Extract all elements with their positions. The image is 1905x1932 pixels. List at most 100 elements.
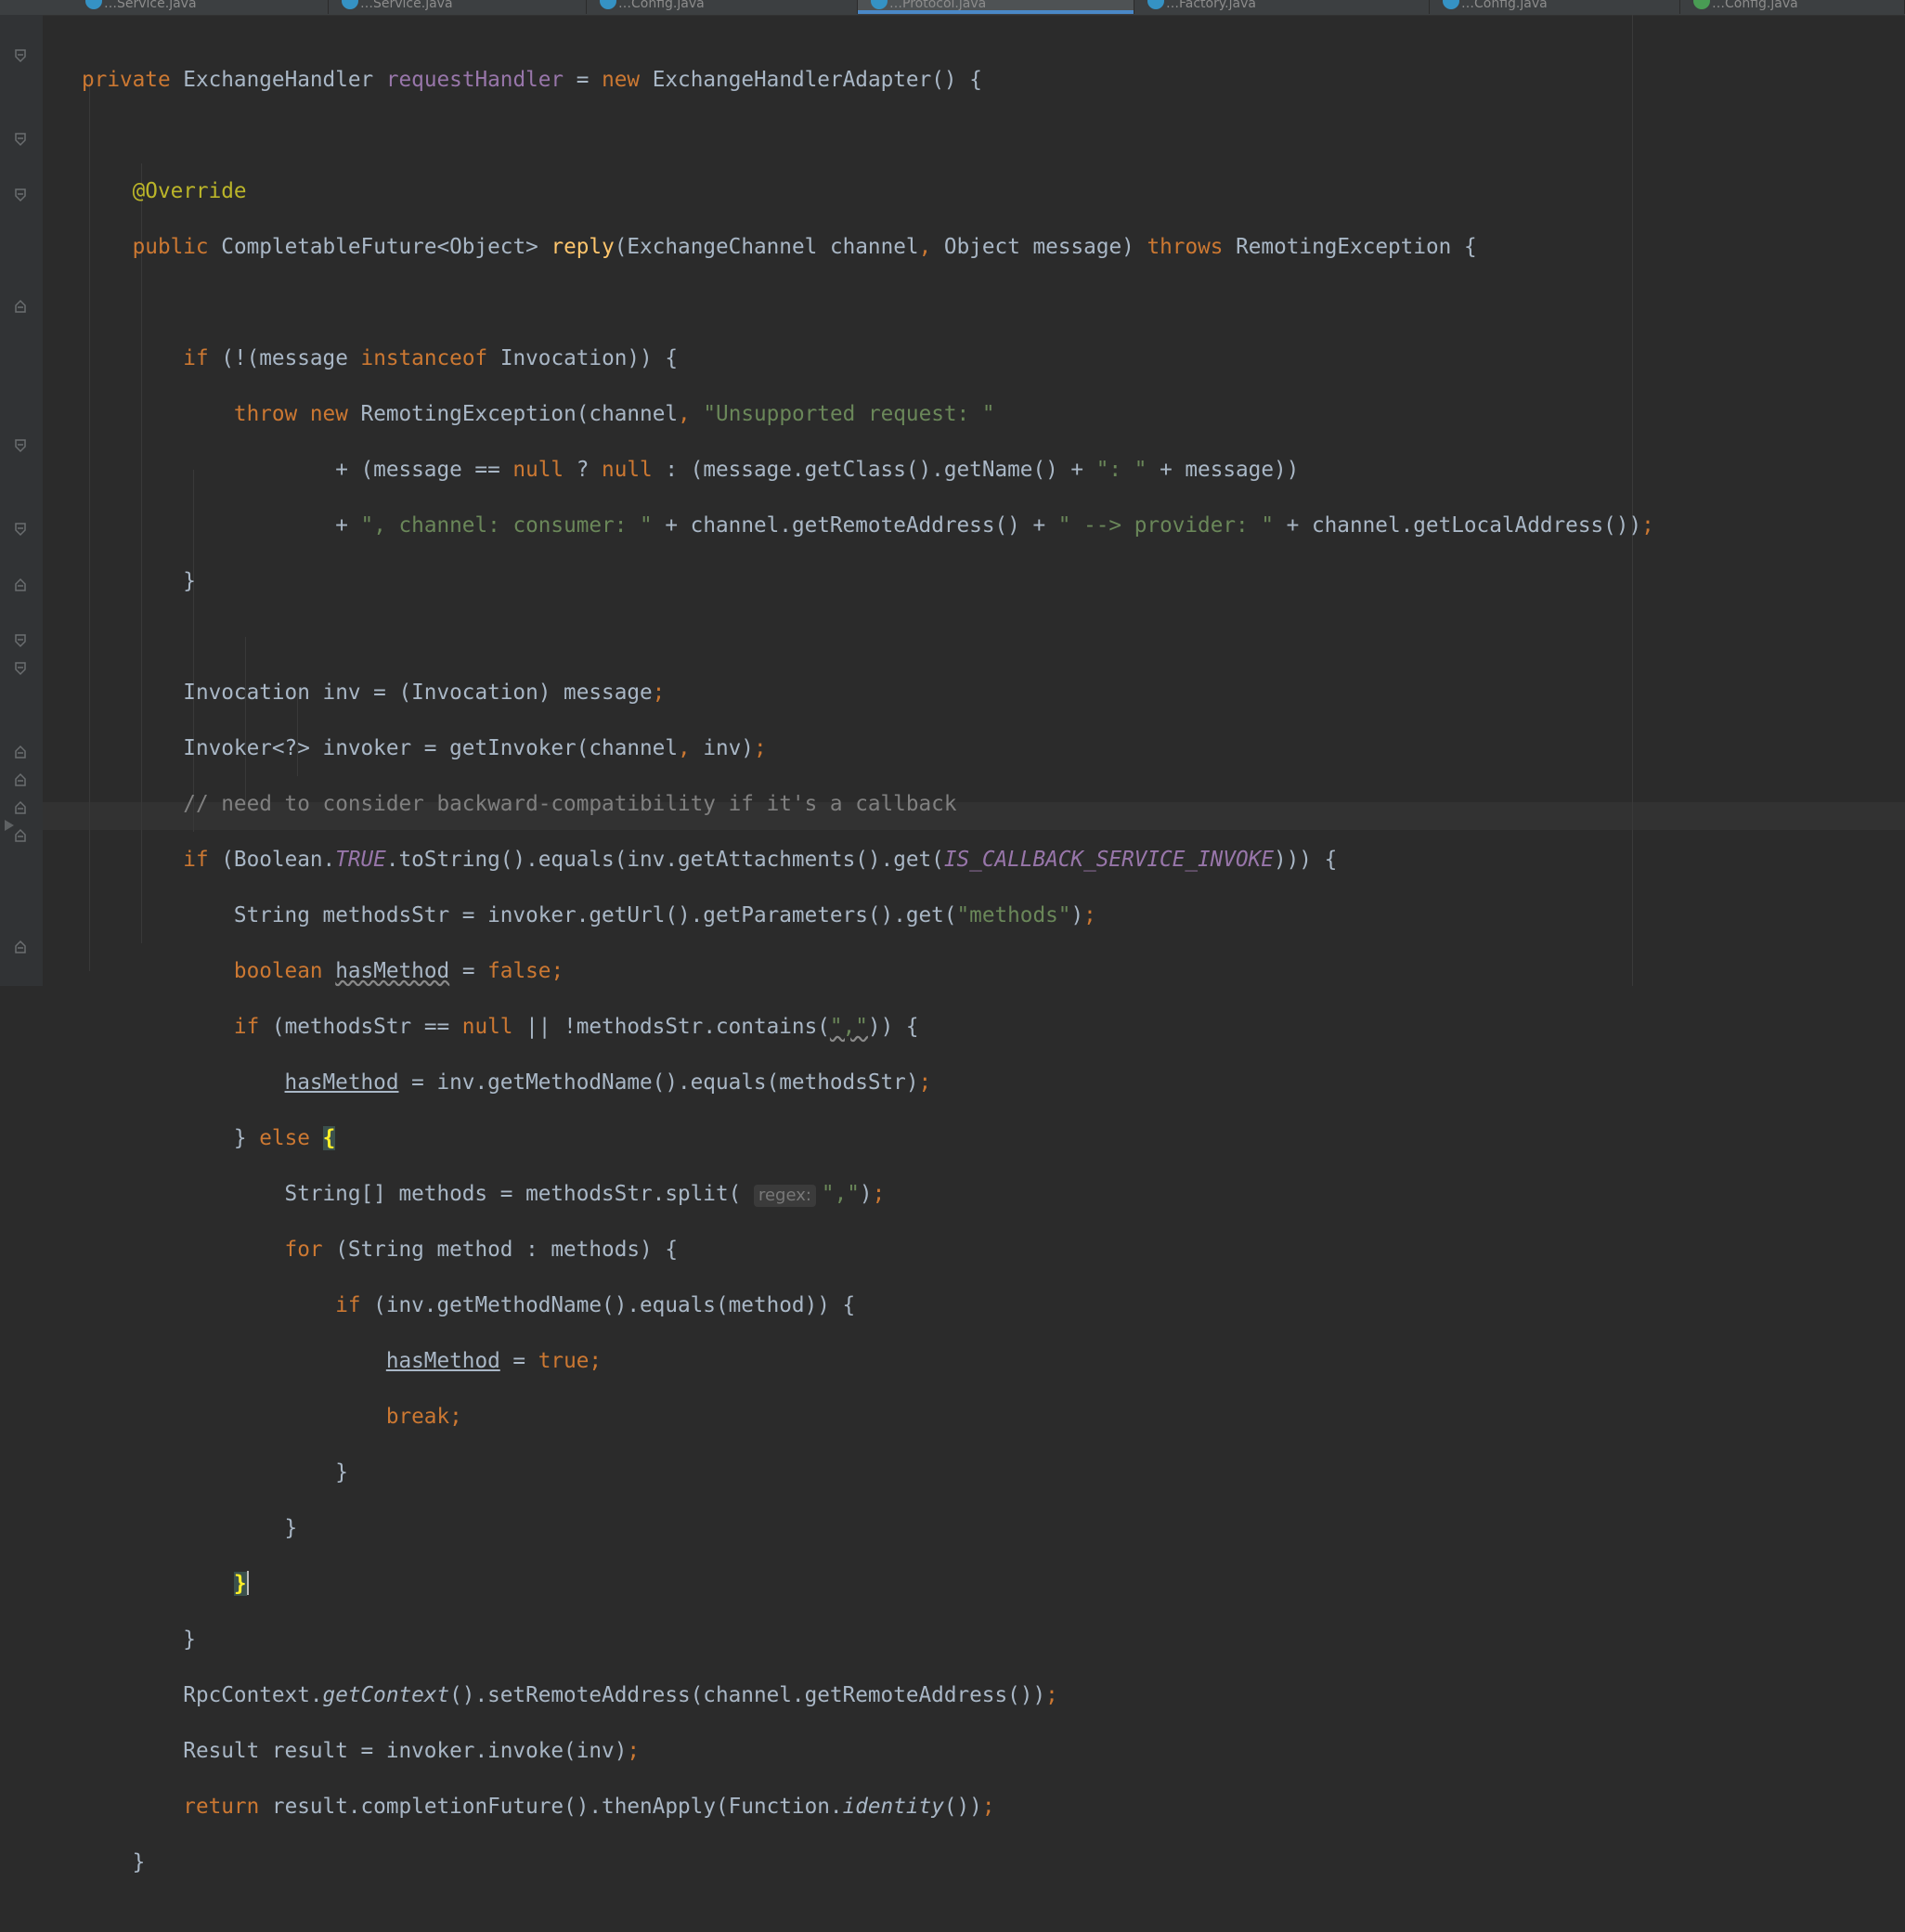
java-class-icon bbox=[1443, 0, 1459, 9]
tab-label: …Config.java bbox=[1712, 0, 1798, 11]
fold-close-icon[interactable] bbox=[13, 772, 28, 787]
code-token: new bbox=[309, 402, 348, 426]
code-token: ", channel: consumer: " bbox=[360, 513, 653, 538]
code-token: , bbox=[677, 736, 691, 760]
fold-close-icon[interactable] bbox=[13, 577, 28, 592]
unused-variable-warning: hasMethod bbox=[335, 959, 450, 983]
editor-tab[interactable]: …Config.java bbox=[1430, 0, 1680, 14]
code-token: = inv.getMethodName().equals(methodsStr) bbox=[398, 1070, 919, 1095]
fold-close-icon[interactable] bbox=[13, 745, 28, 759]
code-token: ()) bbox=[943, 1795, 982, 1819]
code-line: } bbox=[82, 1848, 1654, 1876]
code-token: + (message == bbox=[335, 458, 513, 482]
code-line: private ExchangeHandler requestHandler =… bbox=[82, 66, 1654, 94]
code-token: null bbox=[461, 1015, 513, 1039]
code-token: ; bbox=[1045, 1683, 1058, 1707]
code-line: RpcContext.getContext().setRemoteAddress… bbox=[82, 1681, 1654, 1709]
text-caret bbox=[246, 1571, 249, 1595]
code-line: // need to consider backward-compatibili… bbox=[82, 790, 1654, 818]
fold-open-icon[interactable] bbox=[13, 522, 28, 537]
code-token: public bbox=[132, 235, 209, 259]
code-token: "," bbox=[821, 1182, 860, 1206]
tab-label: …Factory.java bbox=[1166, 0, 1256, 11]
code-token: ; bbox=[627, 1739, 641, 1763]
code-token: IS_CALLBACK_SERVICE_INVOKE bbox=[943, 848, 1274, 872]
fold-close-icon[interactable] bbox=[13, 299, 28, 314]
code-token: throw bbox=[233, 402, 298, 426]
code-token: )) { bbox=[867, 1015, 919, 1039]
code-token: + channel.getLocalAddress()) bbox=[1274, 513, 1642, 538]
code-token: if bbox=[335, 1293, 361, 1317]
code-token: } bbox=[183, 1627, 196, 1652]
code-token: "methods" bbox=[956, 903, 1071, 927]
code-token: @Override bbox=[132, 179, 247, 203]
code-token: } bbox=[233, 1126, 247, 1150]
code-line: Result result = invoker.invoke(inv); bbox=[82, 1737, 1654, 1765]
code-token: RpcContext. bbox=[183, 1683, 323, 1707]
fold-open-icon[interactable] bbox=[13, 132, 28, 147]
code-token: "," bbox=[829, 1015, 868, 1039]
code-line: break; bbox=[82, 1403, 1654, 1431]
code-token: = bbox=[499, 1349, 538, 1373]
editor-gutter[interactable] bbox=[0, 15, 43, 986]
code-line: boolean hasMethod = false; bbox=[82, 957, 1654, 985]
parameter-hint: regex: bbox=[753, 1185, 816, 1207]
code-line: } bbox=[82, 1514, 1654, 1542]
editor-tab[interactable]: …Config.java bbox=[1680, 0, 1905, 14]
fold-open-icon[interactable] bbox=[13, 633, 28, 648]
code-token: : (message.getClass().getName() + bbox=[652, 458, 1096, 482]
fold-close-icon[interactable] bbox=[13, 800, 28, 815]
code-token: ; bbox=[753, 736, 767, 760]
code-token: + channel.getRemoteAddress() + bbox=[652, 513, 1058, 538]
code-token: .toString().equals(inv.getAttachments().… bbox=[385, 848, 944, 872]
editor-tab[interactable]: …Service.java bbox=[329, 0, 587, 14]
code-token: } bbox=[284, 1516, 298, 1540]
code-token: ; bbox=[652, 681, 666, 705]
editor-tab-active[interactable]: …Protocol.java bbox=[858, 0, 1134, 14]
code-token: ExchangeHandler bbox=[183, 68, 374, 92]
editor-tab[interactable]: …Config.java bbox=[587, 0, 858, 14]
code-line: throw new RemotingException(channel, "Un… bbox=[82, 400, 1654, 428]
code-line: if (methodsStr == null || !methodsStr.co… bbox=[82, 1013, 1654, 1041]
code-token: RemotingException { bbox=[1236, 235, 1477, 259]
code-line: String[] methods = methodsStr.split( reg… bbox=[82, 1180, 1654, 1208]
matched-brace: { bbox=[322, 1126, 336, 1150]
fold-open-icon[interactable] bbox=[13, 48, 28, 63]
code-token: reply bbox=[551, 235, 615, 259]
code-line: } bbox=[82, 1626, 1654, 1653]
code-token: (String method : methods) { bbox=[322, 1238, 678, 1262]
code-token: ().setRemoteAddress(channel.getRemoteAdd… bbox=[449, 1683, 1046, 1707]
fold-open-icon[interactable] bbox=[13, 661, 28, 676]
tab-label: …Service.java bbox=[104, 0, 197, 11]
code-token: Result result = invoker.invoke(inv) bbox=[183, 1739, 628, 1763]
fold-open-icon[interactable] bbox=[13, 438, 28, 453]
code-line: + (message == null ? null : (message.get… bbox=[82, 456, 1654, 484]
code-token: identity bbox=[842, 1795, 944, 1819]
java-class-icon bbox=[342, 0, 358, 9]
code-line: String methodsStr = invoker.getUrl().get… bbox=[82, 901, 1654, 929]
code-token: hasMethod bbox=[385, 1349, 500, 1373]
code-token: ) bbox=[1070, 903, 1084, 927]
code-text[interactable]: private ExchangeHandler requestHandler =… bbox=[82, 38, 1654, 1932]
code-token: if bbox=[183, 848, 209, 872]
fold-close-icon[interactable] bbox=[13, 828, 28, 843]
code-line: } else { bbox=[82, 1124, 1654, 1152]
code-line: if (inv.getMethodName().equals(method)) … bbox=[82, 1291, 1654, 1319]
fold-open-icon[interactable] bbox=[13, 188, 28, 202]
editor-tab[interactable]: …Service.java bbox=[72, 0, 329, 14]
code-line: for (String method : methods) { bbox=[82, 1236, 1654, 1264]
code-editor[interactable]: private ExchangeHandler requestHandler =… bbox=[43, 15, 1905, 1874]
code-token: false bbox=[487, 959, 551, 983]
editor-tab[interactable]: …Factory.java bbox=[1134, 0, 1430, 14]
java-config-icon bbox=[1693, 0, 1710, 9]
java-class-icon bbox=[1147, 0, 1164, 9]
code-token: Object message) bbox=[943, 235, 1134, 259]
code-token: ))) { bbox=[1273, 848, 1338, 872]
code-token: + message)) bbox=[1147, 458, 1300, 482]
code-token: } bbox=[183, 569, 196, 593]
execution-point-arrow-icon bbox=[5, 820, 14, 831]
code-token: ; bbox=[872, 1182, 886, 1206]
fold-close-icon[interactable] bbox=[13, 940, 28, 954]
code-line: if (!(message instanceof Invocation)) { bbox=[82, 344, 1654, 372]
code-token: return bbox=[183, 1795, 260, 1819]
